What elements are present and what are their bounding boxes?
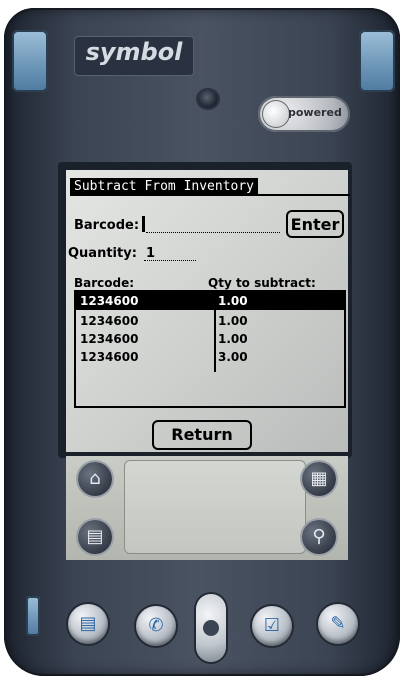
to-do-icon[interactable]: ☑: [252, 606, 292, 646]
barcode-field[interactable]: [146, 220, 280, 233]
rocker-center: [203, 620, 219, 636]
table-row[interactable]: 1234600 3.00: [76, 348, 344, 366]
row-barcode: 1234600: [80, 350, 139, 364]
find-icon[interactable]: ⚲: [302, 520, 336, 554]
palm-powered-badge: powered: [258, 96, 350, 132]
row-barcode: 1234600: [80, 332, 139, 346]
table-row[interactable]: 1234600 1.00: [76, 312, 344, 330]
menu-icon[interactable]: ▤: [78, 520, 112, 554]
row-barcode: 1234600: [80, 294, 139, 308]
row-qty: 1.00: [218, 294, 248, 308]
row-qty: 1.00: [218, 314, 248, 328]
text-cursor: [142, 216, 145, 232]
phone-icon[interactable]: ✆: [136, 606, 176, 646]
home-icon[interactable]: ⌂: [78, 462, 112, 496]
applications-icon[interactable]: ▦: [302, 462, 336, 496]
quantity-label: Quantity:: [68, 246, 137, 261]
barcode-label: Barcode:: [74, 218, 140, 233]
memo-icon[interactable]: ✎: [318, 604, 358, 644]
column-divider: [214, 292, 216, 372]
inventory-table[interactable]: 1234600 1.00 1234600 1.00 1234600 1.00 1…: [74, 290, 346, 408]
brand-logo: symbol: [74, 36, 194, 76]
return-button[interactable]: Return: [152, 420, 252, 450]
date-book-icon[interactable]: ▤: [68, 604, 108, 644]
graffiti-writing-pad[interactable]: [124, 460, 306, 554]
column-header-barcode: Barcode:: [74, 276, 135, 290]
side-power-key[interactable]: [26, 596, 40, 636]
title-underline: [70, 194, 350, 196]
enter-button[interactable]: Enter: [286, 210, 344, 238]
scroll-rocker[interactable]: [196, 594, 226, 662]
graffiti-area: ⌂ ▤ ▦ ⚲: [66, 456, 348, 560]
left-scan-button[interactable]: [12, 30, 48, 92]
ir-port-icon: [198, 90, 218, 108]
table-row[interactable]: 1234600 1.00: [76, 292, 344, 310]
badge-text: powered: [288, 106, 342, 119]
column-header-qty: Qty to subtract:: [208, 276, 316, 290]
lcd-screen: Subtract From Inventory Barcode: Enter Q…: [66, 170, 350, 452]
row-qty: 3.00: [218, 350, 248, 364]
palm-seal-icon: [262, 100, 290, 128]
right-scan-button[interactable]: [359, 30, 395, 92]
table-row[interactable]: 1234600 1.00: [76, 330, 344, 348]
brand-logo-text: symbol: [85, 38, 183, 66]
row-qty: 1.00: [218, 332, 248, 346]
quantity-field[interactable]: [144, 248, 196, 261]
row-barcode: 1234600: [80, 314, 139, 328]
